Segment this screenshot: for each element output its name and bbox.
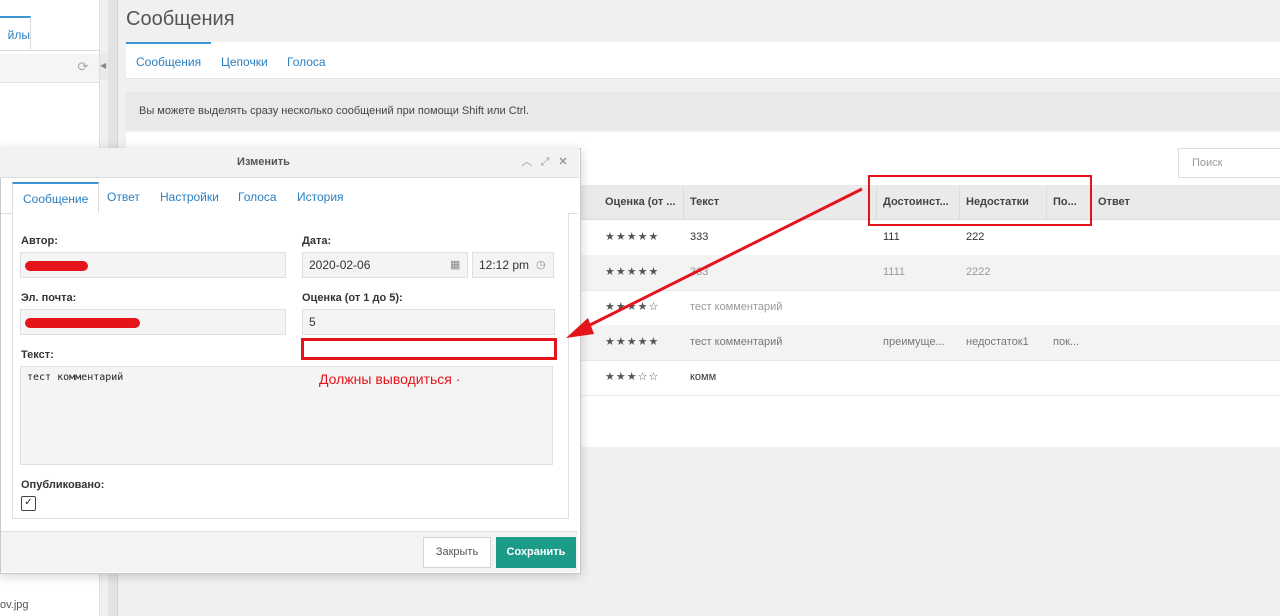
dialog-tab-settings[interactable]: Настройки (152, 182, 227, 212)
rating-stars: ★★★☆☆ (605, 371, 660, 383)
cell-comment: пок... (1053, 336, 1080, 348)
annotation-box-field (301, 338, 557, 360)
published-checkbox[interactable]: ✓ (21, 496, 36, 511)
close-button[interactable]: Закрыть (423, 537, 491, 568)
collapse-icon[interactable]: ︿ (520, 153, 534, 171)
file-panel-tabbar-line (0, 50, 99, 51)
column-header-text[interactable]: Текст (684, 185, 877, 219)
cell-pros: 1111 (883, 266, 906, 278)
calendar-icon[interactable]: ▦ (450, 258, 460, 271)
cell-cons: 2222 (966, 266, 991, 278)
published-label: Опубликовано: (21, 479, 105, 491)
close-icon[interactable]: ✕ (556, 153, 570, 171)
author-label: Автор: (21, 235, 58, 247)
annotation-box-columns (868, 175, 1092, 226)
file-item[interactable]: ov.jpg (0, 599, 29, 611)
dialog-tab-message[interactable]: Сообщение (12, 182, 100, 217)
page-title: Сообщения (126, 8, 235, 30)
rating-value: 5 (309, 315, 316, 329)
date-label: Дата: (302, 235, 332, 247)
cell-text: тест комментарий (690, 336, 783, 348)
rating-stars: ★★★★★ (605, 231, 660, 243)
rating-stars: ★★★★☆ (605, 301, 660, 313)
dialog-tab-votes[interactable]: Голоса (230, 182, 285, 212)
clock-icon[interactable]: ◷ (536, 258, 546, 271)
rating-label: Оценка (от 1 до 5): (302, 292, 403, 304)
text-label: Текст: (21, 349, 54, 361)
table-row[interactable]: ★★★★☆ тест комментарий (580, 290, 1280, 326)
column-header-rating[interactable]: Оценка (от ... (599, 185, 684, 219)
rating-stars: ★★★★★ (605, 266, 660, 278)
cell-cons: недостаток1 (966, 336, 1029, 348)
redaction-mark (25, 318, 140, 328)
table-row[interactable]: ★★★★★ тест комментарий преимуще... недос… (580, 325, 1280, 361)
date-field[interactable]: 2020-02-06 (302, 252, 468, 278)
dialog-title: Изменить (237, 156, 290, 168)
save-button[interactable]: Сохранить (496, 537, 576, 568)
tab-threads[interactable]: Цепочки (211, 42, 278, 78)
tab-files[interactable]: йлы (0, 16, 31, 50)
cell-text: тест комментарий (690, 301, 783, 313)
tab-votes[interactable]: Голоса (277, 42, 336, 78)
cell-text: 333 (690, 231, 709, 243)
cell-text: комм (690, 371, 717, 383)
date-value: 2020-02-06 (309, 258, 371, 272)
dialog-tab-history[interactable]: История (289, 182, 352, 212)
dialog-tab-answer[interactable]: Ответ (99, 182, 148, 212)
text-area[interactable]: тест комментарий (20, 366, 553, 465)
cell-pros: преимуще... (883, 336, 945, 348)
redaction-mark (25, 261, 88, 271)
table-row[interactable]: ★★★★★ 333 1111 2222 (580, 255, 1280, 291)
time-value: 12:12 pm (479, 258, 530, 272)
collapse-left-icon[interactable]: ◀ (100, 61, 108, 71)
annotation-note: Должны выводиться · (319, 371, 461, 387)
rating-stars: ★★★★★ (605, 336, 660, 348)
maximize-icon[interactable]: ⤢ (538, 153, 552, 171)
table-row[interactable]: ★★★☆☆ комм (580, 360, 1280, 396)
refresh-icon[interactable]: ⟳ (76, 60, 90, 74)
cell-text: 333 (690, 266, 709, 278)
search-input[interactable]: Поиск (1178, 148, 1280, 178)
tab-messages[interactable]: Сообщения (126, 42, 212, 78)
column-header-answer[interactable]: Ответ (1092, 185, 1280, 219)
info-text: Вы можете выделять сразу несколько сообщ… (139, 105, 529, 117)
email-label: Эл. почта: (21, 292, 77, 304)
rating-field[interactable]: 5 (302, 309, 555, 335)
dialog-footer (1, 531, 578, 572)
